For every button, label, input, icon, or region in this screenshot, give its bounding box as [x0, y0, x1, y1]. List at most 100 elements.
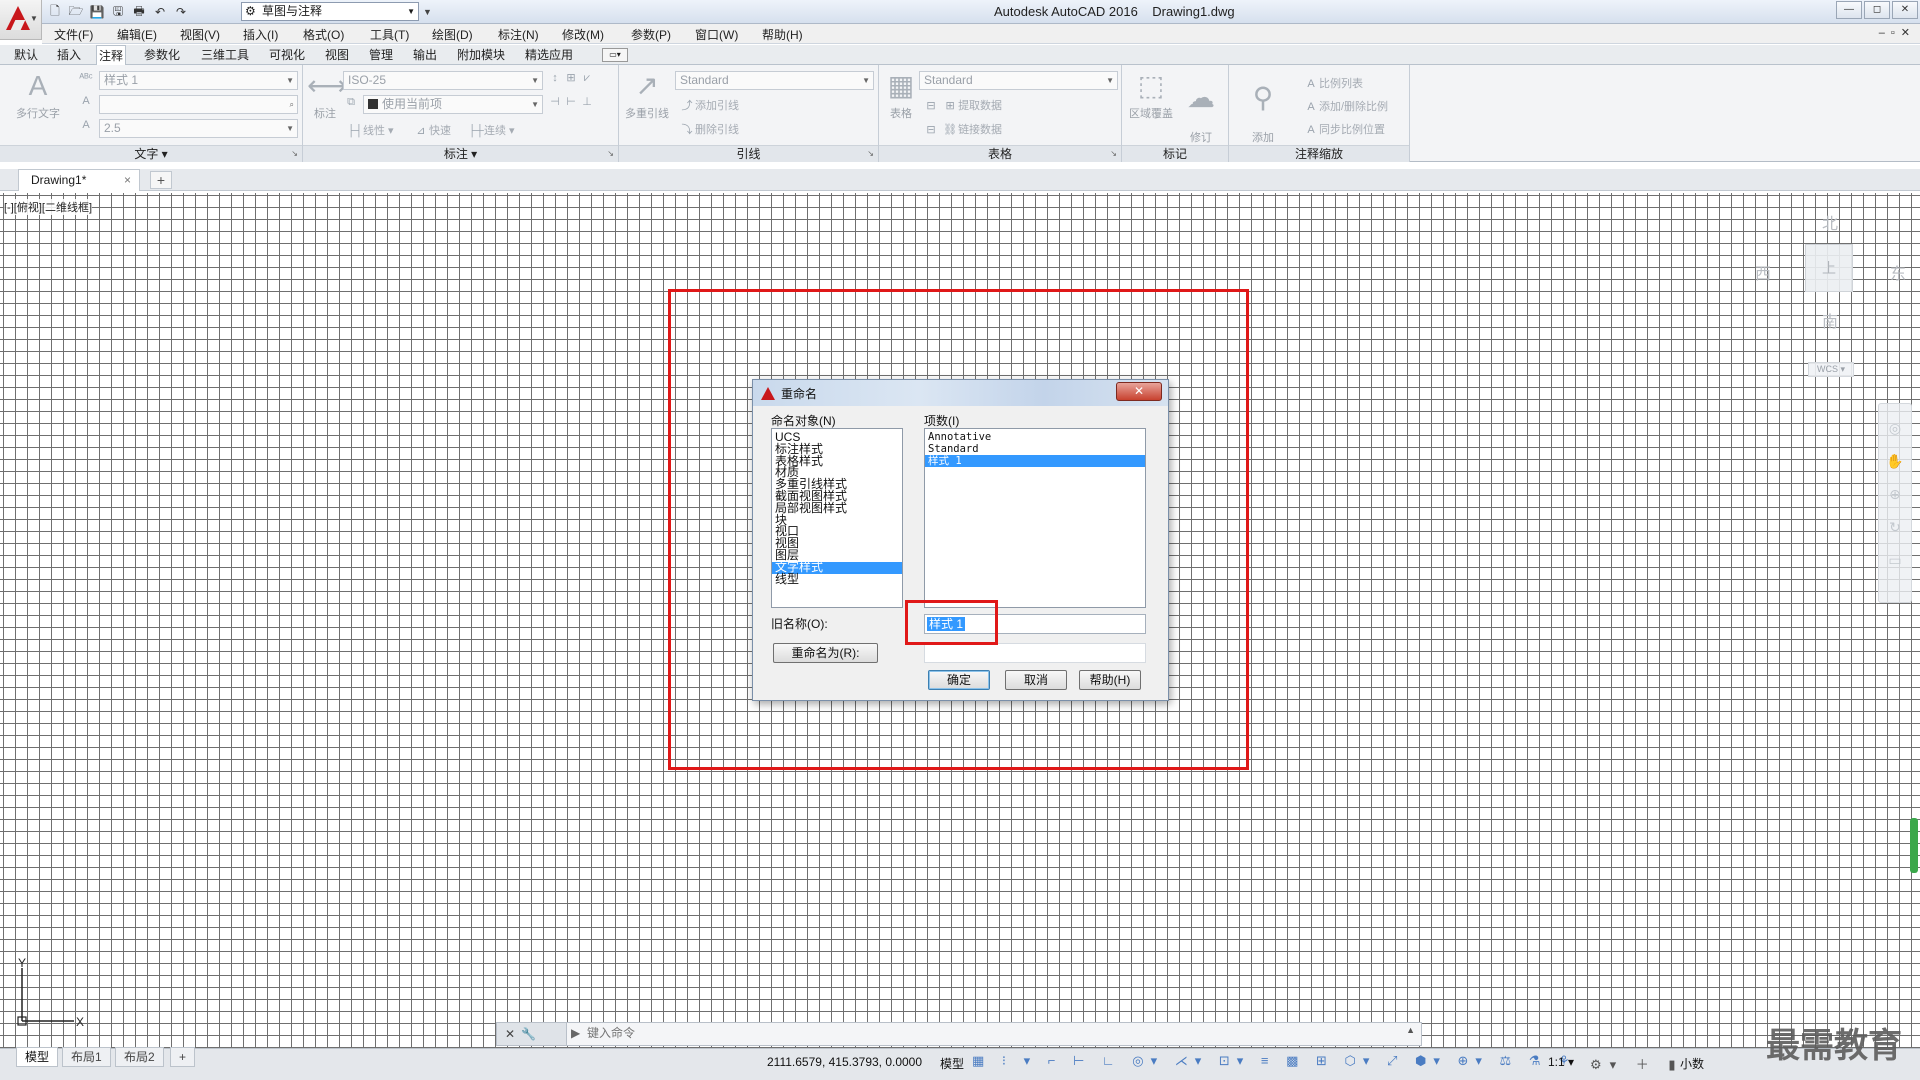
dialog-launcher-icon[interactable]: ↘	[867, 146, 874, 162]
new-file-icon[interactable]: 🗋	[46, 3, 64, 21]
vertical-scrollbar-thumb[interactable]	[1910, 818, 1918, 873]
tab-parametric[interactable]: 参数化	[142, 45, 182, 65]
rename-to-button[interactable]: 重命名为(R):	[773, 643, 878, 663]
menu-insert[interactable]: 插入(I)	[243, 26, 278, 43]
new-tab-button[interactable]: +	[150, 171, 172, 189]
dim-layer-combo[interactable]: 使用当前项 ▼	[363, 95, 543, 114]
open-file-icon[interactable]: 🗁	[67, 3, 85, 21]
application-menu-button[interactable]: ▼	[0, 0, 42, 40]
close-icon[interactable]: ×	[124, 170, 131, 190]
viewcube-top-face[interactable]: 上	[1805, 244, 1853, 292]
find-text-input[interactable]: ⌕	[99, 95, 298, 114]
workspace-select[interactable]: ⚙ 草图与注释 ▼	[241, 2, 419, 21]
link-data-button[interactable]: ⊟ ⛓链接数据	[923, 121, 1002, 137]
dialog-launcher-icon[interactable]: ↘	[1110, 146, 1117, 162]
rename-to-input[interactable]	[924, 643, 1146, 663]
maximize-button[interactable]: ◻	[1864, 1, 1890, 19]
extract-data-button[interactable]: ⊟ ⊞ 提取数据	[923, 97, 1002, 113]
tab-featured-apps[interactable]: 精选应用	[523, 45, 575, 65]
showmotion-icon[interactable]: ▭	[1879, 552, 1911, 569]
chevron-up-icon[interactable]: ▲	[1406, 1025, 1415, 1035]
panel-title-leader[interactable]: 引线 ↘	[619, 145, 878, 162]
table-style-combo[interactable]: Standard ▼	[919, 71, 1118, 90]
style-item[interactable]: 样式 1	[925, 455, 1145, 467]
ok-button[interactable]: 确定	[928, 670, 990, 690]
menu-modify[interactable]: 修改(M)	[562, 26, 604, 43]
close-window-button[interactable]: ✕	[1892, 1, 1918, 19]
file-tab-drawing1[interactable]: Drawing1* ×	[18, 169, 140, 191]
style-item[interactable]: Standard	[925, 443, 1145, 455]
dialog-titlebar[interactable]: 重命名 ✕	[753, 380, 1168, 406]
continue-dim-button[interactable]: ├┼连续 ▾	[468, 122, 514, 138]
viewcube-south[interactable]: 南	[1822, 308, 1838, 332]
table-button[interactable]: ▦ 表格	[881, 69, 921, 121]
scale-list-button[interactable]: A 比例列表	[1303, 75, 1363, 91]
tab-layout1[interactable]: 布局1	[62, 1047, 111, 1067]
tab-view[interactable]: 视图	[323, 45, 351, 65]
menu-tools[interactable]: 工具(T)	[370, 26, 409, 43]
tab-visualize[interactable]: 可视化	[267, 45, 307, 65]
menu-help[interactable]: 帮助(H)	[762, 26, 803, 43]
tab-3d-tools[interactable]: 三维工具	[199, 45, 251, 65]
tab-default[interactable]: 默认	[12, 45, 40, 65]
panel-title-text[interactable]: 文字 ▾ ↘	[0, 145, 302, 162]
command-input[interactable]	[587, 1026, 1187, 1040]
menu-edit[interactable]: 编辑(E)	[117, 26, 157, 43]
multileader-button[interactable]: ↗ 多重引线	[621, 69, 673, 121]
dialog-launcher-icon[interactable]: ↘	[291, 146, 298, 162]
menu-draw[interactable]: 绘图(D)	[432, 26, 473, 43]
style-item[interactable]: Annotative	[925, 431, 1145, 443]
annotation-scale-selector[interactable]: 1:1 ▾	[1548, 1055, 1574, 1069]
undo-icon[interactable]: ↶	[151, 3, 169, 21]
tab-manage[interactable]: 管理	[367, 45, 395, 65]
wipeout-button[interactable]: ⬚ 区域覆盖	[1126, 69, 1176, 121]
tab-model[interactable]: 模型	[16, 1047, 59, 1067]
viewcube-west[interactable]: 西	[1755, 260, 1771, 284]
workspace-switch-icons[interactable]: ⚙▾ ＋ ▮	[1590, 1054, 1684, 1073]
panel-title-annotation-scaling[interactable]: 注释缩放	[1229, 145, 1409, 162]
menu-parametric[interactable]: 参数(P)	[631, 26, 671, 43]
items-listbox[interactable]: Annotative Standard 样式 1	[924, 428, 1146, 608]
panel-title-dimension[interactable]: 标注 ▾ ↘	[303, 145, 618, 162]
add-layout-button[interactable]: +	[170, 1047, 196, 1067]
tab-addins[interactable]: 附加模块	[455, 45, 507, 65]
save-as-icon[interactable]: 🖫	[109, 3, 127, 21]
orbit-icon[interactable]: ↻	[1879, 519, 1911, 536]
named-object-item[interactable]: 线型	[772, 573, 902, 586]
drafting-settings-icons[interactable]: ▦ ⁝ ▾ ⌐ ⊢ ∟ ◎▾ ⋌▾ ⊡▾ ≡ ▩ ⊞ ⬡▾ ⤢ ⬢▾ ⊕▾ ⚖ …	[972, 1053, 1577, 1069]
print-icon[interactable]: 🖶	[130, 3, 148, 21]
qat-customize-button[interactable]: ▼	[423, 2, 432, 22]
redo-icon[interactable]: ↷	[172, 3, 190, 21]
panel-title-markup[interactable]: 标记	[1122, 145, 1228, 162]
zoom-icon[interactable]: ⊕	[1879, 486, 1911, 503]
panel-title-table[interactable]: 表格 ↘	[879, 145, 1121, 162]
units-selector[interactable]: 小数	[1680, 1055, 1704, 1072]
document-window-controls[interactable]: –▫✕	[1879, 26, 1916, 39]
menu-file[interactable]: 文件(F)	[54, 26, 93, 43]
tab-layout2[interactable]: 布局2	[115, 1047, 164, 1067]
text-height-combo[interactable]: 2.5 ▼	[99, 119, 298, 138]
menu-window[interactable]: 窗口(W)	[695, 26, 738, 43]
dim-tools-row1[interactable]: ↕ ⊞ ⩗	[549, 71, 597, 85]
tab-output[interactable]: 输出	[411, 45, 439, 65]
viewport-controls-label[interactable]: [-][俯视][二维线框]	[4, 199, 92, 215]
named-object-item[interactable]: 局部视图样式	[772, 502, 902, 515]
command-line-buttons[interactable]: ✕🔧	[497, 1023, 567, 1045]
viewcube-east[interactable]: 东	[1890, 260, 1906, 284]
navigation-bar[interactable]: ◎ ✋ ⊕ ↻ ▭	[1878, 403, 1912, 603]
viewcube-north[interactable]: 北	[1822, 210, 1838, 234]
tab-insert[interactable]: 插入	[55, 45, 83, 65]
multiline-text-button[interactable]: A 多行文字	[10, 69, 66, 121]
model-space-button[interactable]: 模型	[940, 1055, 964, 1072]
dim-tools-row2[interactable]: ⊣ ⊢ ⊥	[549, 95, 597, 108]
quick-dim-button[interactable]: ⊿ 快速	[413, 122, 451, 138]
linear-dim-button[interactable]: ├┤线性 ▾	[347, 122, 393, 138]
full-navigation-wheel-icon[interactable]: ◎	[1879, 420, 1911, 437]
dialog-launcher-icon[interactable]: ↘	[607, 146, 614, 162]
add-delete-scale-button[interactable]: A 添加/删除比例	[1303, 98, 1388, 114]
viewcube[interactable]: 北 西 东 南 上	[1750, 208, 1910, 338]
save-icon[interactable]: 💾	[88, 3, 106, 21]
wcs-menu[interactable]: WCS ▾	[1808, 362, 1854, 377]
dimension-button[interactable]: ⟷ 标注	[307, 69, 347, 121]
cancel-button[interactable]: 取消	[1005, 670, 1067, 690]
